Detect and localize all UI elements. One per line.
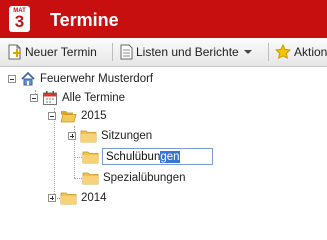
app-logo: MAT 3 bbox=[9, 6, 30, 32]
collapse-toggle[interactable] bbox=[48, 112, 56, 120]
tree-node-year-2014[interactable]: 2014 bbox=[48, 190, 107, 206]
app-header: MAT 3 Termine bbox=[0, 0, 327, 38]
lists-reports-label: Listen und Berichte bbox=[136, 45, 239, 59]
toolbar-separator bbox=[112, 43, 113, 61]
rename-input-selection: gen bbox=[160, 150, 180, 163]
page-title: Termine bbox=[50, 10, 119, 30]
folder-icon bbox=[60, 192, 77, 205]
document-icon bbox=[120, 44, 133, 60]
tree-node-schuluebungen[interactable] bbox=[82, 149, 99, 165]
toolbar: Neuer Termin Listen und Berichte Aktione… bbox=[0, 38, 327, 67]
chevron-down-icon bbox=[243, 50, 252, 54]
tree-node-label: 2015 bbox=[81, 110, 107, 122]
calendar-icon bbox=[43, 91, 57, 105]
expand-toggle[interactable] bbox=[48, 194, 56, 202]
folder-icon bbox=[80, 130, 97, 143]
toolbar-separator bbox=[268, 43, 269, 61]
app-logo-number: 3 bbox=[14, 12, 25, 31]
new-appointment-button[interactable]: Neuer Termin bbox=[8, 42, 97, 62]
tree-node-label: Sitzungen bbox=[101, 130, 153, 142]
new-document-icon bbox=[8, 44, 21, 60]
tree-node-label: Spezialübungen bbox=[103, 172, 186, 184]
tree-node-root[interactable]: Feuerwehr Musterdorf bbox=[8, 71, 153, 87]
tree-node-sitzungen[interactable]: Sitzungen bbox=[68, 128, 152, 144]
collapse-toggle[interactable] bbox=[30, 94, 38, 102]
home-icon bbox=[21, 71, 35, 86]
tree-node-spezialuebungen[interactable]: Spezialübungen bbox=[82, 170, 186, 186]
folder-icon bbox=[82, 172, 99, 185]
star-icon bbox=[275, 44, 291, 60]
tree-node-label: Alle Termine bbox=[62, 92, 126, 104]
new-appointment-label: Neuer Termin bbox=[25, 45, 97, 59]
rename-input-text: Schulübun bbox=[106, 150, 161, 163]
collapse-toggle[interactable] bbox=[8, 75, 16, 83]
folder-open-icon bbox=[60, 111, 77, 123]
actions-label: Aktionen bbox=[294, 45, 327, 59]
tree-node-label: Feuerwehr Musterdorf bbox=[40, 73, 154, 85]
tree-node-label: 2014 bbox=[81, 192, 107, 204]
lists-reports-button[interactable]: Listen und Berichte bbox=[120, 42, 256, 62]
rename-input[interactable]: Schulübun gen bbox=[102, 148, 213, 165]
expand-toggle[interactable] bbox=[68, 132, 76, 140]
tree-node-all-appointments[interactable]: Alle Termine bbox=[30, 90, 125, 106]
tree-node-year-2015[interactable]: 2015 bbox=[48, 108, 107, 124]
folder-icon bbox=[82, 151, 99, 164]
actions-button[interactable]: Aktionen bbox=[275, 42, 327, 62]
